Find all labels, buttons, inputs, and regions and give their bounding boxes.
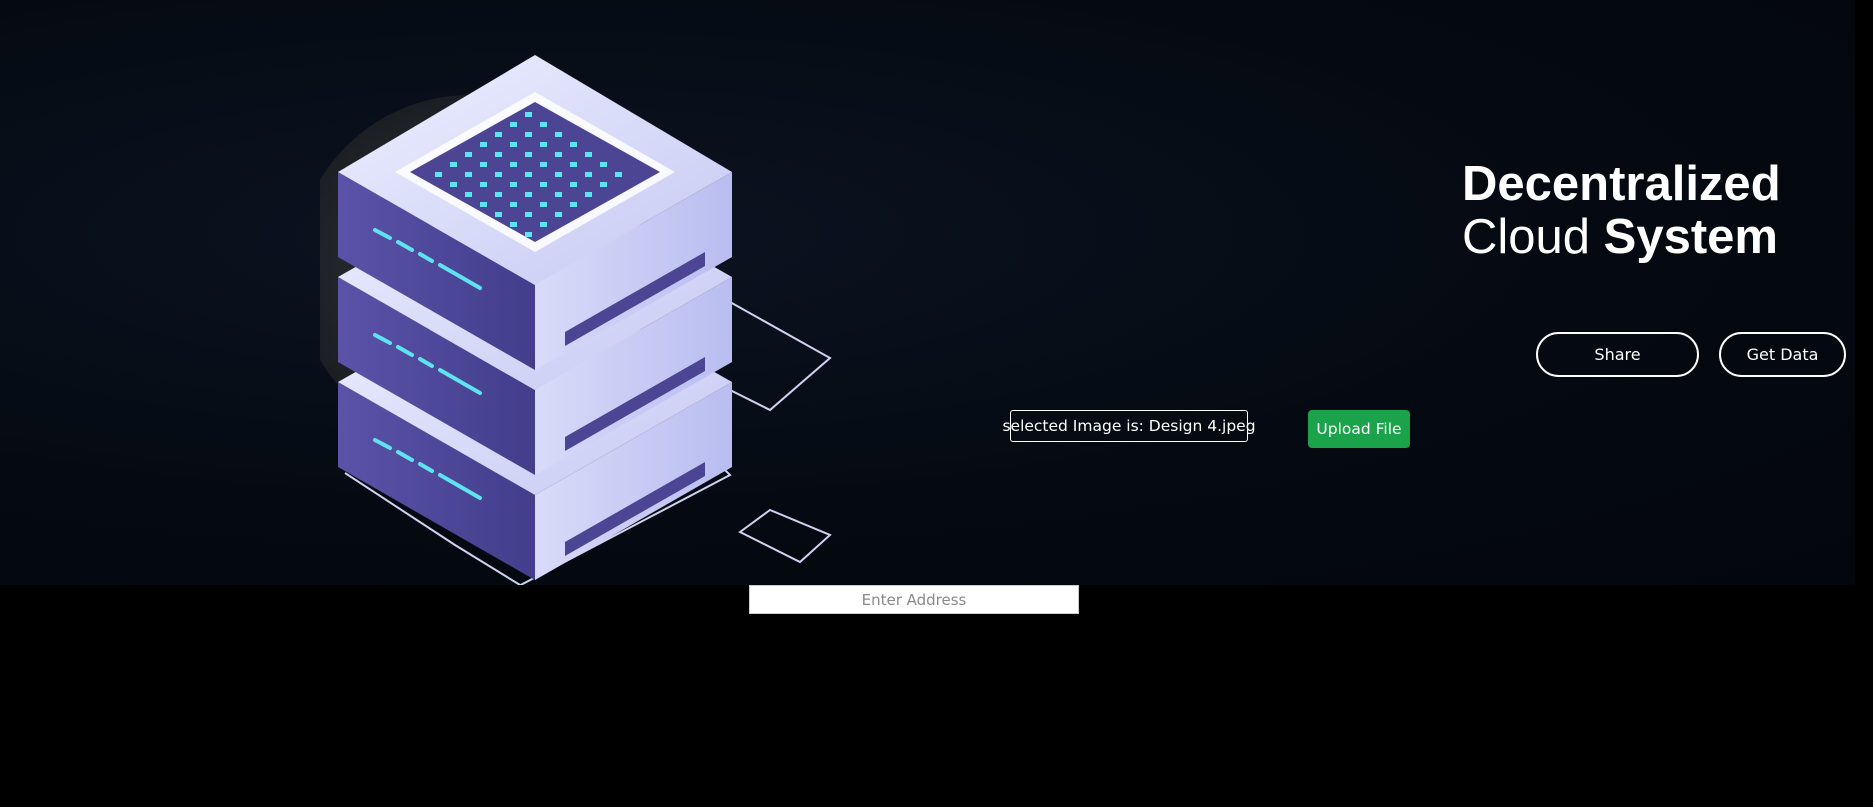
- isometric-server-stack-icon: [320, 55, 832, 585]
- file-select-label[interactable]: selected Image is: Design 4.jpeg: [1002, 410, 1256, 442]
- share-button[interactable]: Share: [1536, 332, 1699, 377]
- address-input[interactable]: [749, 585, 1079, 614]
- hero-title: Decentralized Cloud System: [1462, 158, 1781, 264]
- hero-section: Decentralized Cloud System Share Get Dat…: [0, 0, 1855, 585]
- hero-title-bold-word: System: [1603, 210, 1778, 264]
- hero-title-line2: Cloud System: [1462, 211, 1781, 264]
- upload-file-button[interactable]: Upload File: [1308, 410, 1410, 448]
- hero-title-line1: Decentralized: [1462, 157, 1781, 211]
- get-data-button[interactable]: Get Data: [1719, 332, 1846, 377]
- hero-title-light-word: Cloud: [1462, 210, 1591, 264]
